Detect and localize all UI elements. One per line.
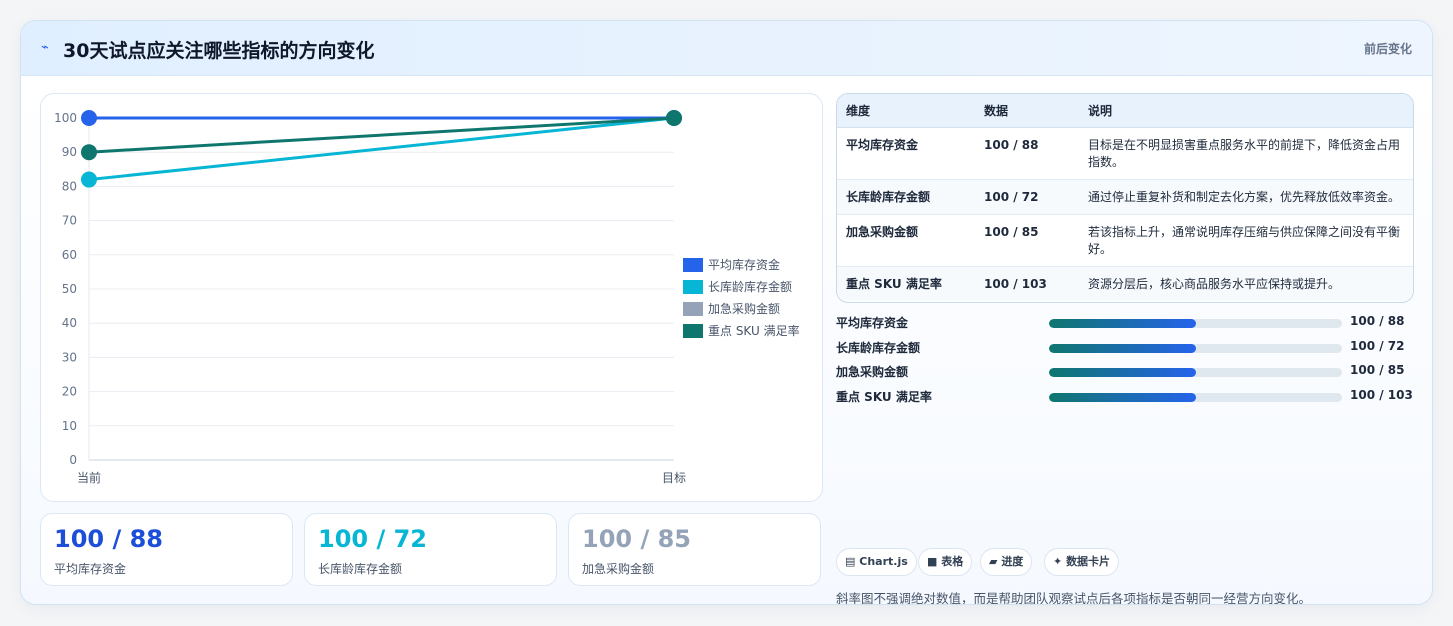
y-tick-label: 50 (62, 282, 77, 296)
progress-label: 平均库存资金 (836, 316, 909, 330)
progress-value: 100 / 103 (1350, 388, 1413, 403)
table-row: 平均库存资金 100 / 88 目标是在不明显损害重点服务水平的前提下，降低资金… (837, 127, 1413, 180)
x-tick-label: 目标 (662, 471, 686, 485)
progress-label: 重点 SKU 满足率 (836, 390, 932, 405)
slope-chart-panel: 0 10 20 30 40 50 60 70 80 90 100 当前 目标 平均库存资金 长库龄库存金额加… (40, 93, 823, 502)
cell-dimension: 平均库存资金 (837, 127, 975, 180)
cell-dimension: 加急采购金额 (837, 214, 975, 267)
chip-progress[interactable]: ▰ 进度 (980, 548, 1033, 576)
progress-list: 平均库存资金 100 / 88 长库龄库存金额 100 / 72 加急采购金额 … (836, 310, 1414, 409)
y-tick-label: 10 (62, 419, 77, 433)
legend-label: 长库龄库存金额 (708, 279, 792, 294)
stat-value: 100 / 72 (318, 525, 427, 553)
progress-fill (1049, 319, 1196, 328)
table-header-row: 维度 数据 说明 (837, 94, 1413, 128)
stat-label: 平均库存资金 (54, 562, 127, 576)
stat-card-aged-inventory: 100 / 72 长库龄库存金额 (304, 513, 557, 586)
progress-value: 100 / 72 (1350, 338, 1405, 353)
card-title: 30天试点应关注哪些指标的方向变化 (63, 40, 375, 62)
legend-label: 加急采购金额 (708, 301, 780, 316)
card-body: 0 10 20 30 40 50 60 70 80 90 100 当前 目标 平均库存资金 长库龄库存金额加… (21, 76, 1432, 605)
data-point (81, 144, 97, 161)
chip-label: 表格 (941, 555, 964, 568)
chip-data-cards[interactable]: ✦ 数据卡片 (1044, 548, 1120, 576)
chip-label: Chart.js (859, 555, 908, 568)
chip-chartjs[interactable]: ▤ Chart.js (836, 548, 917, 576)
progress-track (1049, 393, 1342, 403)
header-tag: 前后变化 (1363, 42, 1412, 56)
chip-label: 数据卡片 (1066, 555, 1111, 568)
table-row: 重点 SKU 满足率 100 / 103 资源分层后，核心商品服务水平应保持或提… (837, 266, 1413, 301)
progress-label: 长库龄库存金额 (836, 340, 921, 355)
cell-description: 资源分层后，核心商品服务水平应保持或提升。 (1088, 276, 1341, 291)
progress-track (1049, 368, 1342, 378)
y-tick-label: 40 (62, 316, 77, 330)
sparkle-icon: ✦ (1053, 555, 1063, 568)
column-header-dimension: 维度 (837, 94, 975, 128)
metrics-table: 维度 数据 说明 平均库存资金 100 / 88 目标是在不明显损害重点服务水平… (836, 93, 1414, 303)
legend-label: 重点 SKU 满足率 (708, 323, 800, 338)
chip-label: 进度 (1001, 555, 1024, 568)
table-row: 加急采购金额 100 / 85 若该指标上升，通常说明库存压缩与供应保障之间没有… (837, 214, 1413, 267)
x-tick-label: 当前 (77, 470, 101, 485)
progress-row: 长库龄库存金额 100 / 72 (836, 335, 1414, 360)
stat-label: 加急采购金额 (582, 562, 655, 576)
progress-track (1049, 343, 1342, 353)
progress-fill (1049, 368, 1196, 378)
y-tick-label: 90 (62, 145, 77, 159)
chart-icon: ▤ (845, 555, 856, 568)
column-header-data: 数据 (975, 94, 1079, 128)
legend-swatch (683, 280, 703, 294)
progress-value: 100 / 85 (1350, 363, 1405, 378)
dashboard-card: ⌁ 30天试点应关注哪些指标的方向变化 前后变化 0 10 20 30 40 50 60 70… (20, 20, 1433, 605)
progress-row: 平均库存资金 100 / 88 (836, 310, 1414, 335)
cell-data: 100 / 85 (975, 214, 1079, 267)
legend-label: 平均库存资金 (708, 257, 780, 272)
stat-value: 100 / 85 (582, 525, 691, 553)
y-tick-label: 0 (69, 453, 77, 467)
slope-chart: 0 10 20 30 40 50 60 70 80 90 100 当前 目标 平均库存资金长库龄库存金额加… (54, 110, 800, 485)
cell-description: 通过停止重复补货和制定去化方案，优先释放低效率资金。 (1079, 179, 1413, 215)
progress-label: 加急采购金额 (836, 365, 909, 380)
progress-row: 重点 SKU 满足率 100 / 103 (836, 384, 1414, 409)
progress-fill (1049, 343, 1196, 353)
trend-icon: ⌁ (41, 40, 49, 55)
series-line (88, 116, 675, 154)
stat-card-urgent-purchase: 100 / 85 加急采购金额 (568, 513, 821, 586)
legend-swatch (683, 302, 703, 316)
progress-value: 100 / 88 (1350, 314, 1405, 328)
chip-table[interactable]: ■ 表格 (918, 548, 973, 576)
stat-value: 100 / 88 (54, 525, 163, 553)
legend-swatch (683, 258, 703, 272)
cell-dimension: 长库龄库存金额 (837, 179, 975, 215)
data-point (81, 171, 97, 188)
card-header: ⌁ 30天试点应关注哪些指标的方向变化 前后变化 (21, 21, 1432, 76)
cell-description: 若该指标上升，通常说明库存压缩与供应保障之间没有平衡好。 (1079, 214, 1413, 267)
cell-data: 100 / 72 (975, 179, 1079, 215)
progress-fill (1049, 393, 1196, 403)
table-icon: ■ (927, 555, 938, 568)
progress-icon: ▰ (989, 555, 998, 568)
y-tick-label: 80 (62, 179, 77, 193)
cell-data: 100 / 88 (975, 127, 1079, 180)
series-line (88, 116, 675, 182)
y-tick-label: 60 (62, 248, 77, 262)
legend-swatch (683, 324, 703, 338)
y-tick-label: 100 (54, 111, 77, 125)
table-row: 长库龄库存金额 100 / 72 通过停止重复补货和制定去化方案，优先释放低效率… (837, 179, 1413, 215)
cell-description: 目标是在不明显损害重点服务水平的前提下，降低资金占用指数。 (1079, 127, 1413, 180)
footnote: 斜率图不强调绝对数值，而是帮助团队观察试点后各项指标是否朝同一经营方向变化。 (836, 591, 1312, 605)
data-point (81, 110, 97, 126)
progress-track (1049, 319, 1342, 328)
progress-row: 加急采购金额 100 / 85 (836, 359, 1414, 384)
stat-card-avg-inventory: 100 / 88 平均库存资金 (40, 513, 293, 586)
cell-dimension: 重点 SKU 满足率 (846, 276, 942, 291)
cell-data: 100 / 103 (984, 276, 1047, 291)
y-tick-label: 30 (62, 350, 77, 364)
data-point (666, 110, 682, 126)
y-tick-label: 20 (62, 385, 77, 399)
y-tick-label: 70 (62, 214, 77, 228)
column-header-description: 说明 (1079, 94, 1413, 128)
stat-label: 长库龄库存金额 (318, 562, 403, 576)
